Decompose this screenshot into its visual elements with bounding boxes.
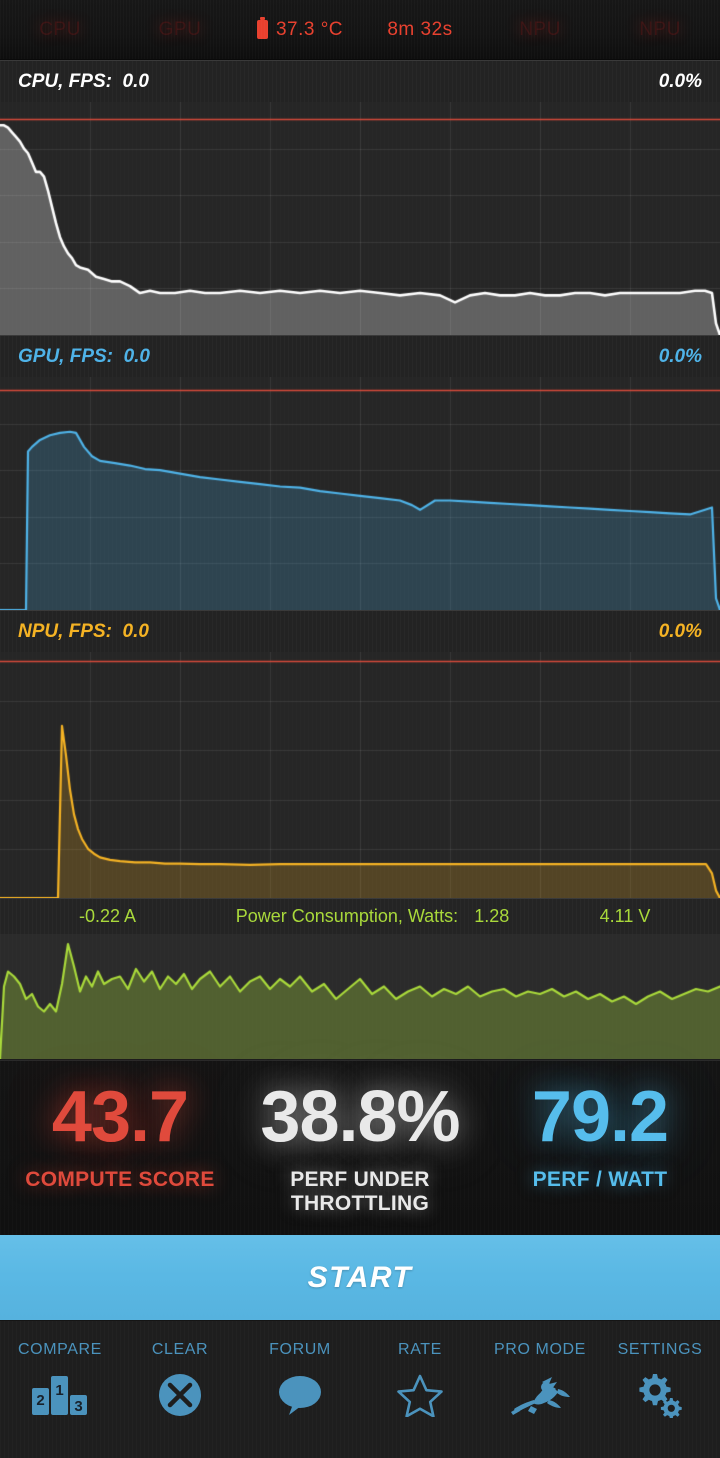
speech-bubble-icon[interactable] — [240, 1369, 360, 1421]
gear-icon[interactable] — [600, 1369, 720, 1421]
battery-icon — [256, 17, 268, 39]
clear-button-label: CLEAR — [151, 1341, 209, 1358]
npu-fps-label: NPU, FPS: 0.0 — [18, 620, 149, 642]
perf-per-watt-value: 79.2 — [531, 1077, 669, 1157]
perf-per-watt: 79.2 PERF / WATT — [480, 1061, 720, 1192]
gpu-fps-label: GPU, FPS: 0.0 — [18, 345, 150, 367]
temperature-indicator: 37.3 °C — [240, 17, 360, 41]
compare-button[interactable]: COMPARE 2 1 3 — [0, 1321, 120, 1421]
pro-mode-button[interactable]: PRO MODE — [480, 1321, 600, 1421]
forum-button[interactable]: FORUM — [240, 1321, 360, 1421]
npu-graph-block: NPU, FPS: 0.0 0.0% — [0, 610, 720, 898]
cpu-load-indicator-label: CPU — [39, 18, 81, 40]
svg-text:2: 2 — [36, 1392, 44, 1409]
podium-icon[interactable]: 2 1 3 — [0, 1369, 120, 1421]
settings-button-label: SETTINGS — [617, 1341, 703, 1358]
compute-score: 43.7 COMPUTE SCORE — [0, 1061, 240, 1192]
benchmark-app-screen: CPU GPU 37.3 °C 8m 32s NPU NPU CPU, FPS: 0.0 … — [0, 0, 720, 1458]
npu-graph-header: NPU, FPS: 0.0 0.0% — [0, 610, 720, 652]
rate-button-label: RATE — [398, 1341, 442, 1358]
compute-score-label: COMPUTE SCORE — [25, 1168, 215, 1192]
perf-under-throttling-label: PERF UNDER THROTTLING — [290, 1168, 430, 1215]
perf-under-throttling: 38.8% PERF UNDER THROTTLING — [240, 1061, 480, 1215]
power-header: -0.22 A Power Consumption, Watts: 1.28 4.… — [0, 898, 720, 934]
start-button[interactable]: START — [0, 1235, 720, 1320]
npu-percent-value: 0.0% — [658, 620, 702, 642]
gpu-percent-value: 0.0% — [658, 345, 702, 367]
npu-load-indicator-2-label: NPU — [639, 18, 681, 40]
cpu-fps-chart — [0, 102, 720, 335]
power-graph-block: -0.22 A Power Consumption, Watts: 1.28 4.… — [0, 898, 720, 1059]
current-value: -0.22 A — [78, 906, 137, 926]
forum-button-label: FORUM — [269, 1341, 331, 1358]
power-title: Power Consumption, Watts: 1.28 — [235, 906, 510, 926]
svg-text:1: 1 — [55, 1382, 63, 1399]
elapsed-time-indicator: 8m 32s — [360, 19, 480, 41]
power-consumption-chart — [0, 934, 720, 1059]
svg-text:3: 3 — [74, 1398, 82, 1415]
settings-button[interactable]: SETTINGS — [600, 1321, 720, 1421]
pro-mode-button-label: PRO MODE — [494, 1341, 586, 1358]
gpu-fps-chart — [0, 377, 720, 610]
perf-under-throttling-value: 38.8% — [260, 1077, 460, 1157]
npu-load-indicator-1: NPU — [480, 19, 600, 41]
perf-per-watt-label: PERF / WATT — [532, 1168, 668, 1192]
temperature-indicator-label: 37.3 °C — [275, 18, 344, 40]
cpu-fps-label: CPU, FPS: 0.0 — [18, 70, 149, 92]
star-icon[interactable] — [360, 1369, 480, 1421]
npu-load-indicator-1-label: NPU — [519, 18, 561, 40]
gpu-graph-header: GPU, FPS: 0.0 0.0% — [0, 335, 720, 377]
clear-button[interactable]: CLEAR — [120, 1321, 240, 1421]
gpu-graph-block: GPU, FPS: 0.0 0.0% — [0, 335, 720, 610]
gpu-load-indicator: GPU — [120, 19, 240, 41]
rate-button[interactable]: RATE — [360, 1321, 480, 1421]
cpu-graph-block: CPU, FPS: 0.0 0.0% — [0, 60, 720, 335]
top-status-bar: CPU GPU 37.3 °C 8m 32s NPU NPU — [0, 0, 720, 60]
voltage-value: 4.11 V — [599, 906, 651, 926]
npu-fps-chart — [0, 652, 720, 898]
score-summary-panel: 43.7 COMPUTE SCORE 38.8% PERF UNDER THROTTLI… — [0, 1060, 720, 1235]
compare-button-label: COMPARE — [18, 1341, 102, 1358]
cpu-graph-header: CPU, FPS: 0.0 0.0% — [0, 60, 720, 102]
cpu-load-indicator: CPU — [0, 19, 120, 41]
elapsed-time-indicator-label: 8m 32s — [387, 18, 453, 40]
compute-score-value: 43.7 — [51, 1077, 189, 1157]
npu-load-indicator-2: NPU — [600, 19, 720, 41]
gpu-load-indicator-label: GPU — [158, 18, 202, 40]
witch-icon[interactable] — [480, 1369, 600, 1421]
cpu-percent-value: 0.0% — [658, 70, 702, 92]
x-circle-icon[interactable] — [120, 1369, 240, 1421]
bottom-toolbar: COMPARE 2 1 3 CLEAR FORUM RATE PRO MODE — [0, 1320, 720, 1458]
